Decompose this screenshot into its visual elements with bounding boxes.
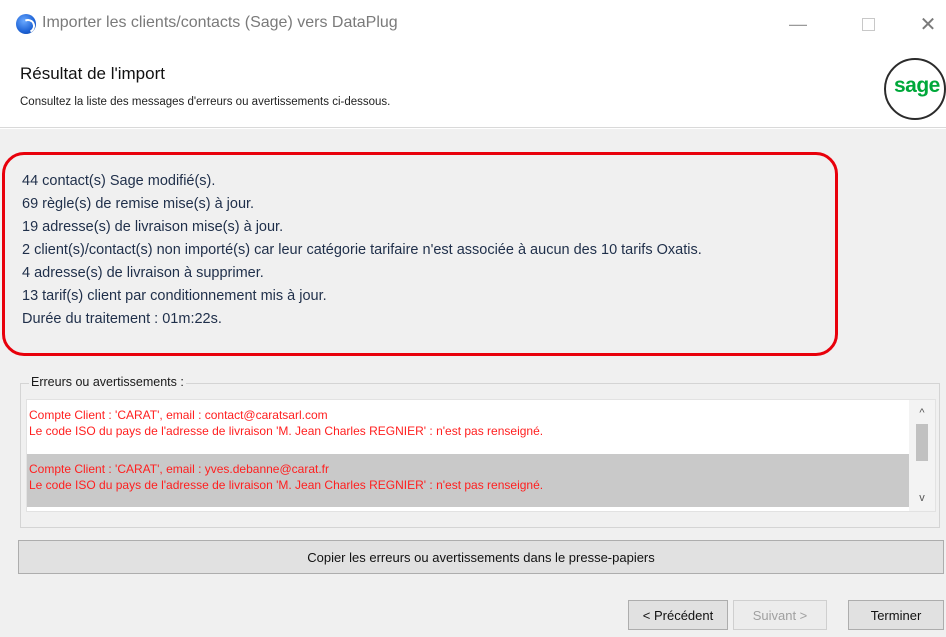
error-message: Le code ISO du pays de l'adresse de livr… [29,478,544,492]
close-icon[interactable]: ✕ [916,12,940,36]
error-message: Le code ISO du pays de l'adresse de livr… [29,424,544,438]
window-title: Importer les clients/contacts (Sage) ver… [42,14,398,31]
scroll-thumb[interactable] [916,424,928,461]
finish-button[interactable]: Terminer [848,600,944,630]
maximize-icon[interactable] [856,12,880,36]
scroll-down-icon[interactable]: v [909,487,935,509]
vertical-scrollbar[interactable]: ^ v [909,400,935,511]
page-title: Résultat de l'import [20,64,165,83]
minimize-icon[interactable]: — [786,12,810,36]
title-bar: Importer les clients/contacts (Sage) ver… [0,0,946,52]
next-button[interactable]: Suivant > [733,600,827,630]
app-icon [16,14,36,34]
copy-errors-button[interactable]: Copier les erreurs ou avertissements dan… [18,540,944,574]
error-account: Compte Client : 'CARAT', email : yves.de… [29,462,329,476]
list-item[interactable]: Compte Client : 'CARAT', email : contact… [27,400,909,453]
list-item-selected[interactable]: Compte Client : 'CARAT', email : yves.de… [27,454,909,507]
error-account: Compte Client : 'CARAT', email : contact… [29,408,328,422]
wizard-header: Résultat de l'import Consultez la liste … [0,52,946,128]
previous-button[interactable]: < Précédent [628,600,728,630]
scroll-up-icon[interactable]: ^ [909,402,935,424]
sage-logo-text: sage [894,74,940,97]
errors-legend: Erreurs ou avertissements : [29,375,186,389]
page-subtitle: Consultez la liste des messages d'erreur… [20,96,391,108]
errors-list[interactable]: Compte Client : 'CARAT', email : contact… [26,399,936,512]
sage-logo: sage [884,58,946,120]
highlight-annotation [2,152,838,356]
